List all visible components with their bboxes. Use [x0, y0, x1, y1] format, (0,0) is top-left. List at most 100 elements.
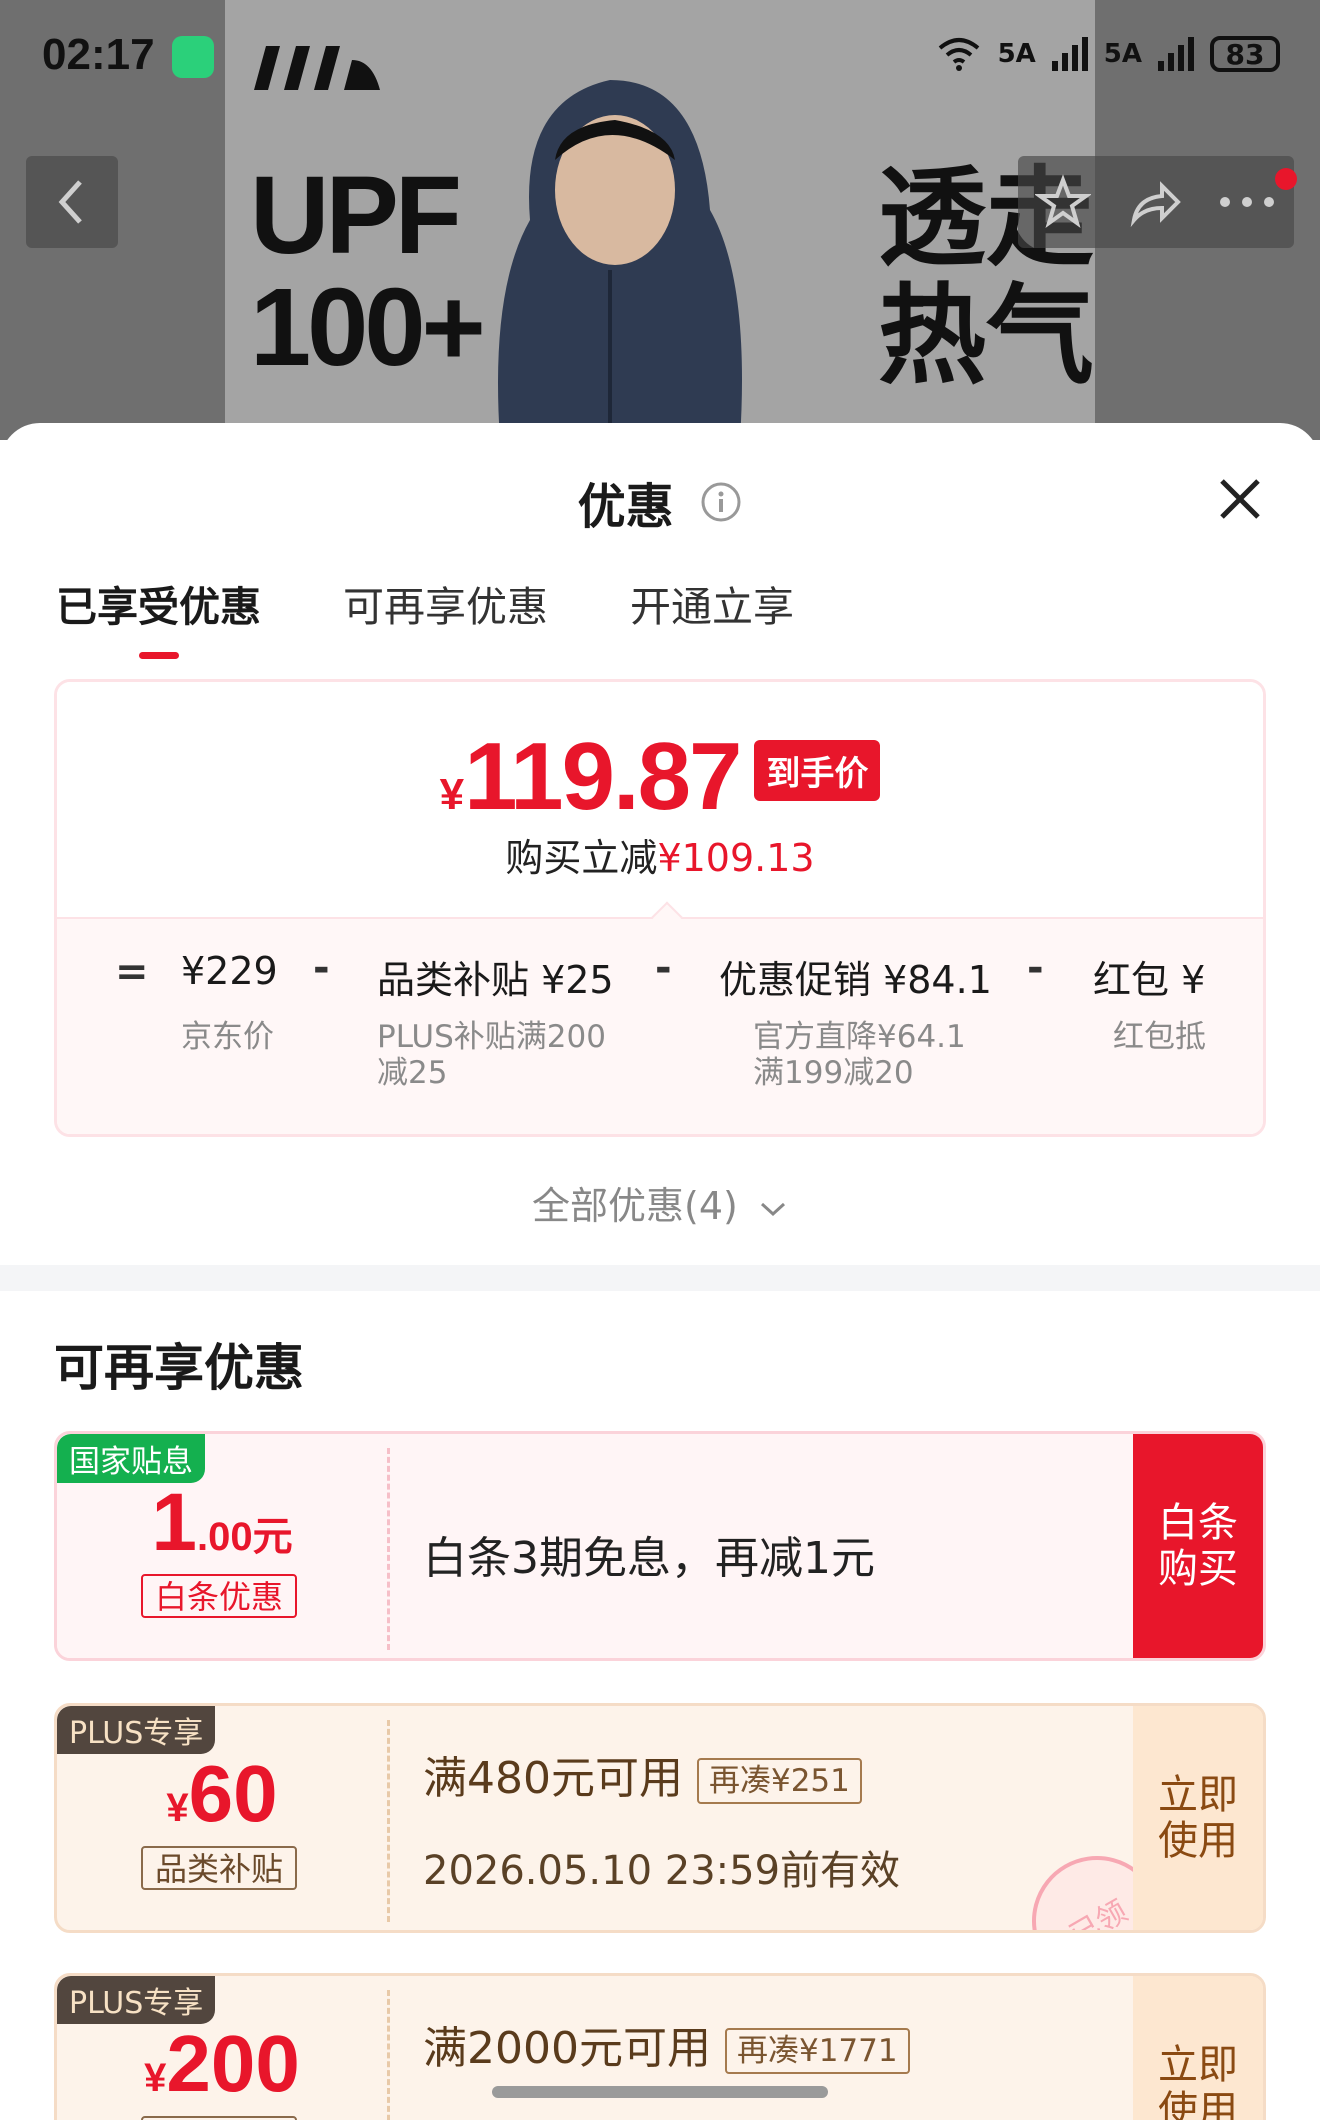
breakdown-jd-price: ¥229	[181, 949, 278, 993]
coupon-divider	[387, 1990, 390, 2120]
coupon-kind: 白条优惠	[141, 1574, 297, 1618]
coupon-expiry: 2026.05.10 23:59前有效	[423, 1848, 901, 1894]
section-divider	[0, 1265, 1320, 1291]
sheet-header: 优惠	[0, 467, 1320, 537]
action-label-line-2: 使用	[1158, 1818, 1238, 1864]
share-button[interactable]	[1126, 174, 1182, 230]
more-dots-icon	[1219, 197, 1274, 207]
share-icon	[1130, 181, 1181, 228]
breakdown-promotion: 优惠促销 ¥84.1	[719, 958, 992, 1002]
action-label-line-1: 白条	[1158, 1500, 1238, 1546]
close-icon[interactable]	[1214, 473, 1266, 525]
breakdown-promotion-sub: 官方直降¥64.1	[753, 1019, 966, 1055]
use-now-button[interactable]: 立即 使用	[1133, 1706, 1263, 1930]
coupon-threshold: 满480元可用	[423, 1753, 683, 1804]
breakdown-category-subsidy-sub: PLUS补贴满200	[377, 1019, 606, 1055]
offers-sheet: 优惠 已享受优惠 可再享优惠 开通立享 ¥119.87 到手价 购买立减¥109.…	[0, 423, 1320, 2120]
breakdown-category-subsidy: 品类补贴 ¥25	[377, 958, 614, 1002]
chevron-down-icon	[760, 1202, 785, 1216]
banner-headline-line-1: UPF	[250, 154, 462, 277]
tab-more-offers[interactable]: 可再享优惠	[343, 573, 548, 633]
coupon-amount: ¥200	[57, 2018, 387, 2110]
star-icon	[1035, 174, 1092, 228]
top-action-bar	[1018, 156, 1294, 248]
status-bar: 02:17 5A 5A 83	[0, 0, 1320, 110]
more-offers-title: 可再享优惠	[54, 1339, 304, 1397]
coupon-need-more: 再凑¥251	[696, 1758, 862, 1804]
coupon-amount-panel: PLUS专享 ¥60 品类补贴	[57, 1706, 387, 1930]
favorite-button[interactable]	[1035, 174, 1092, 230]
coupon-amount-small: .00元	[197, 1515, 293, 1559]
more-button[interactable]	[1217, 192, 1277, 212]
total-reduction-amount: ¥109.13	[657, 836, 815, 880]
coupon-kind: 品类补贴	[141, 1846, 297, 1890]
final-price: ¥119.87 到手价	[57, 722, 1263, 832]
operator-minus: -	[1027, 945, 1044, 991]
coupon-description: 满480元可用 再凑¥251	[423, 1742, 862, 1806]
breakdown-category-subsidy-sub-2: 减25	[377, 1055, 448, 1091]
coupon-threshold: 满2000元可用	[423, 2023, 711, 2074]
total-reduction-label: 购买立减	[505, 836, 658, 880]
tab-enjoyed-offers[interactable]: 已享受优惠	[56, 573, 261, 659]
coupon-amount-big: 200	[166, 2019, 300, 2108]
tab-activate-offers[interactable]: 开通立享	[630, 573, 794, 633]
price-breakdown: = ¥229 京东价 - 品类补贴 ¥25 PLUS补贴满200 减25 - 优…	[57, 917, 1263, 1134]
final-price-badge: 到手价	[754, 740, 881, 801]
action-label-line-2: 使用	[1158, 2088, 1238, 2120]
coupon-amount-panel: PLUS专享 ¥200	[57, 1976, 387, 2120]
coupon-need-more: 再凑¥1771	[724, 2028, 910, 2074]
coupon-card-baitiao: 国家贴息 1.00元 白条优惠 白条3期免息，再减1元 白条 购买	[54, 1431, 1266, 1661]
chevron-left-icon	[58, 180, 82, 224]
coupon-amount: ¥60	[57, 1748, 387, 1840]
signal-label-2: 5A	[1103, 39, 1142, 69]
banner-headline-line-2: 100+	[250, 266, 486, 389]
sheet-title: 优惠	[577, 479, 674, 535]
banner-slogan-line-2: 热气	[878, 274, 1095, 399]
price-summary-top: ¥119.87 到手价 购买立减¥109.13	[57, 682, 1263, 917]
price-summary-card: ¥119.87 到手价 购买立减¥109.13 = ¥229 京东价 - 品类补贴…	[54, 679, 1266, 1137]
notification-dot	[1275, 168, 1297, 190]
home-indicator[interactable]	[492, 2086, 828, 2098]
action-label-line-1: 立即	[1158, 2042, 1238, 2088]
final-price-value: 119.87	[464, 723, 742, 830]
operator-minus: -	[313, 945, 330, 991]
coupon-divider	[387, 1448, 390, 1650]
app-notification-icon	[172, 36, 214, 78]
baitiao-buy-button[interactable]: 白条 购买	[1133, 1434, 1263, 1658]
coupon-amount-big: 60	[188, 1749, 278, 1838]
coupon-tag: PLUS专享	[57, 1976, 216, 2024]
battery-indicator: 83	[1210, 36, 1280, 72]
breakdown-red-packet-sub: 红包抵	[1113, 1019, 1206, 1055]
coupon-amount-big: 1	[151, 1477, 197, 1568]
coupon-amount: 1.00元	[57, 1476, 387, 1570]
final-price-currency: ¥	[439, 770, 465, 819]
status-indicators: 5A 5A 83	[936, 36, 1280, 72]
wifi-icon	[938, 38, 979, 71]
all-offers-toggle[interactable]: 全部优惠(4)	[0, 1175, 1320, 1230]
signal-label-1: 5A	[997, 39, 1036, 69]
coupon-kind	[141, 2116, 297, 2120]
signal-icon	[1051, 37, 1088, 71]
coupon-description: 白条3期免息，再减1元	[423, 1533, 875, 1584]
all-offers-label: 全部优惠(4)	[532, 1184, 738, 1228]
breakdown-red-packet: 红包 ¥	[1093, 958, 1206, 1002]
breakdown-jd-price-sub: 京东价	[181, 1019, 274, 1055]
coupon-divider	[387, 1720, 390, 1922]
banner-headline: UPF 100+	[250, 154, 486, 389]
use-now-button[interactable]: 立即 使用	[1133, 1976, 1263, 2120]
action-label-line-1: 立即	[1158, 1772, 1238, 1818]
coupon-expiry: 2026.05.10 23:59前有效	[423, 2108, 900, 2120]
operator-equals: =	[115, 949, 149, 995]
coupon-description: 满2000元可用 再凑¥1771	[423, 2012, 910, 2076]
operator-minus: -	[655, 945, 672, 991]
action-label-line-2: 购买	[1158, 1546, 1238, 1592]
back-button[interactable]	[26, 156, 118, 248]
coupon-currency: ¥	[144, 2056, 167, 2100]
total-reduction: 购买立减¥109.13	[57, 827, 1263, 882]
offer-tabs: 已享受优惠 可再享优惠 开通立享	[56, 573, 876, 659]
signal-icon	[1158, 37, 1194, 71]
info-icon[interactable]	[700, 481, 742, 523]
breakdown-promotion-sub-2: 满199减20	[753, 1055, 914, 1091]
coupon-tag: PLUS专享	[57, 1706, 216, 1754]
coupon-currency: ¥	[166, 1786, 189, 1830]
